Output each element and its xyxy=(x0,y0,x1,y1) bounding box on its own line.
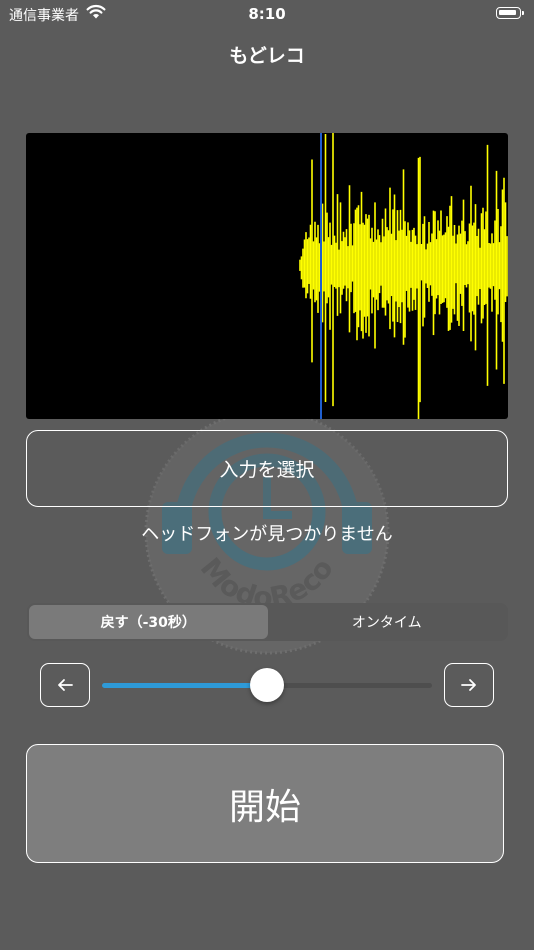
waveform-display xyxy=(26,133,508,419)
slider-fill xyxy=(102,683,267,688)
mode-segmented-control: 戻す（-30秒） オンタイム xyxy=(27,603,508,641)
increase-button[interactable] xyxy=(444,663,494,707)
slider-thumb[interactable] xyxy=(250,668,284,702)
battery-icon xyxy=(496,7,524,19)
arrow-right-icon xyxy=(461,679,476,691)
start-button[interactable]: 開始 xyxy=(26,744,504,863)
headphone-status: ヘッドフォンが見つかりません xyxy=(141,524,393,545)
waveform-svg xyxy=(299,133,508,419)
select-input-label: 入力を選択 xyxy=(219,459,315,481)
select-input-button[interactable]: 入力を選択 xyxy=(26,430,508,507)
decrease-button[interactable] xyxy=(40,663,90,707)
status-bar: 通信事業者 8:10 xyxy=(0,0,534,30)
rewind-slider[interactable] xyxy=(102,666,432,704)
start-button-label: 開始 xyxy=(228,786,301,828)
segment-rewind[interactable]: 戻す（-30秒） xyxy=(29,605,268,639)
arrow-left-icon xyxy=(58,679,73,691)
app-title: もどレコ xyxy=(229,45,305,67)
segment-ontime[interactable]: オンタイム xyxy=(268,605,507,639)
clock: 8:10 xyxy=(248,5,286,23)
